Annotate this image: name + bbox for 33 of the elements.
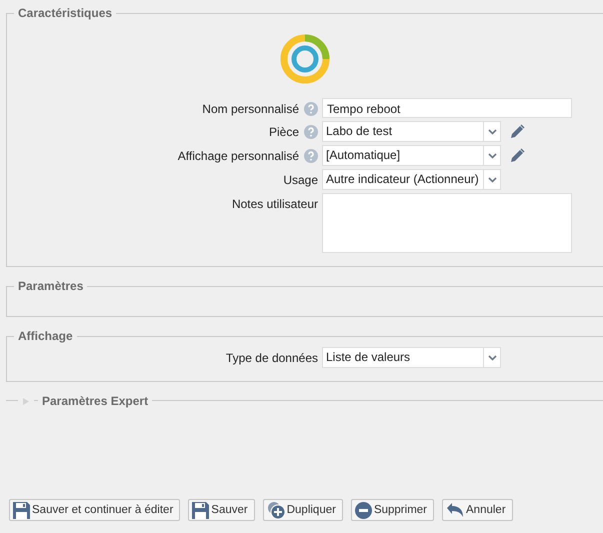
notes-field[interactable] [322, 193, 572, 253]
field-label: Nom personnalisé [202, 102, 299, 116]
name-field[interactable]: Tempo reboot [322, 98, 572, 118]
chevron-down-icon [488, 128, 496, 134]
action-button[interactable]: Dupliquer [262, 499, 343, 521]
chevron-down-icon [488, 176, 496, 182]
section-title: Paramètres [17, 279, 84, 293]
field-label: Notes utilisateur [232, 197, 318, 211]
minus-circle-icon [354, 502, 372, 518]
action-button[interactable]: Sauver [188, 499, 255, 521]
chevron-down-icon [488, 152, 496, 158]
dropdown[interactable]: Autre indicateur (Actionneur) [322, 169, 501, 190]
help-icon[interactable] [304, 102, 318, 116]
field-label: Pièce [268, 125, 299, 139]
action-button[interactable]: Sauver et continuer à éditer [9, 499, 180, 521]
copy-plus-icon [266, 501, 285, 519]
undo-icon [446, 503, 464, 517]
pencil-icon[interactable] [509, 124, 525, 140]
field-label: Type de données [226, 351, 318, 365]
field-label: Affichage personnalisé [178, 149, 299, 163]
dropdown[interactable]: [Automatique] [322, 145, 501, 166]
section-title[interactable]: Paramètres Expert [38, 394, 152, 408]
help-icon[interactable] [304, 125, 318, 139]
section-title: Caractéristiques [17, 6, 114, 20]
pencil-icon[interactable] [509, 148, 525, 164]
action-button[interactable]: Annuler [442, 499, 513, 521]
action-button[interactable]: Supprimer [350, 499, 434, 521]
help-icon[interactable] [304, 149, 318, 163]
field-label: Usage [283, 173, 318, 187]
chevron-down-icon [488, 354, 496, 360]
section-title: Affichage [17, 329, 74, 343]
dropdown[interactable]: Liste de valeurs [322, 347, 501, 368]
dropdown[interactable]: Labo de test [322, 121, 501, 142]
